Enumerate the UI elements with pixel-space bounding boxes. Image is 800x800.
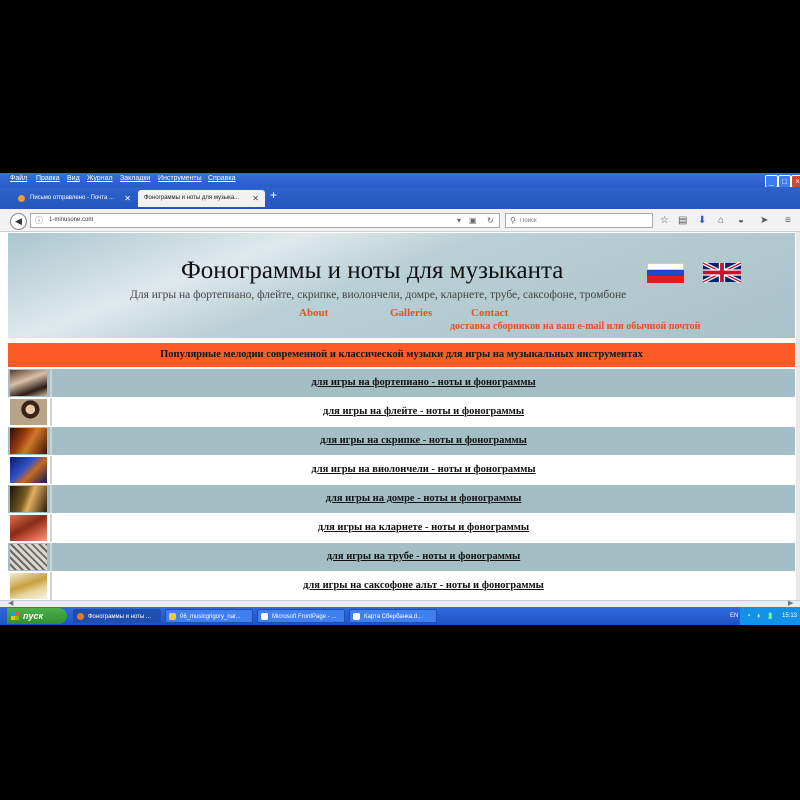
new-tab-icon[interactable]: + (270, 187, 277, 203)
back-button[interactable]: ◀ (10, 213, 27, 230)
page-subtitle: Для игры на фортепиано, флейте, скрипке,… (130, 289, 627, 301)
task-label: Фонограммы и ноты ... (88, 614, 151, 620)
flute-thumbnail[interactable] (10, 399, 47, 425)
windows-logo-icon (11, 612, 19, 620)
piano-link[interactable]: для игры на фортепиано - ноты и фонограм… (52, 369, 795, 397)
domra-thumbnail[interactable] (10, 486, 47, 512)
menu-hamburger-icon[interactable]: ≡ (785, 213, 791, 228)
bookmark-star-icon[interactable]: ☆ (660, 213, 669, 228)
start-button[interactable]: пуск (7, 608, 67, 624)
flute-link[interactable]: для игры на флейте - ноты и фонограммы (52, 398, 795, 426)
uk-flag-icon[interactable] (703, 262, 741, 283)
task-label: Microsoft FrontPage - ... (272, 614, 337, 620)
piano-thumbnail[interactable] (10, 370, 47, 396)
nav-bar: ◀ ⓘ ▾ ▣ ↻ ⚲ ☆ ▤ ⬇ ⌂ ◒ ➤ ≡ (0, 209, 800, 232)
nav-galleries-link[interactable]: Galleries (390, 307, 432, 319)
menu-bar: Файл Правка Вид Журнал Закладки Инструме… (0, 173, 800, 188)
close-tab-icon[interactable]: ✕ (124, 190, 131, 207)
reader-icon[interactable]: ▣ (469, 214, 477, 227)
clarinet-link[interactable]: для игры на кларнете - ноты и фонограммы (52, 514, 795, 542)
menu-view[interactable]: Вид (67, 175, 80, 182)
instrument-row-domra: для игры на домре - ноты и фонограммы (8, 485, 795, 514)
web-page: Фонограммы и ноты для музыканта Для игры… (0, 232, 796, 600)
instrument-row-cello: для игры на виолончели - ноты и фонограм… (8, 456, 795, 485)
screen: Файл Правка Вид Журнал Закладки Инструме… (0, 173, 800, 625)
site-header: Фонограммы и ноты для музыканта Для игры… (8, 233, 795, 338)
language-indicator[interactable]: EN (730, 607, 738, 625)
popular-banner: Популярные мелодии современной и классич… (8, 343, 795, 367)
tab-label: Письмо отправлено - Почта ... (30, 195, 114, 201)
task-label: Карта Сбербанка.d... (364, 614, 423, 620)
nav-contact-link[interactable]: Contact (471, 307, 508, 319)
signal-icon[interactable]: ▮ (768, 611, 772, 620)
word-icon (353, 613, 360, 620)
clarinet-thumbnail[interactable] (10, 515, 47, 541)
network-icon[interactable]: ◔ (746, 611, 751, 620)
violin-thumbnail[interactable] (10, 428, 47, 454)
task-frontpage[interactable]: Microsoft FrontPage - ... (257, 609, 345, 623)
clock: 15:13 (781, 613, 797, 619)
frontpage-icon (261, 613, 268, 620)
menu-help[interactable]: Справка (208, 175, 235, 182)
firefox-icon (77, 613, 84, 620)
tab-label: Фонограммы и ноты для музыка... (144, 195, 240, 201)
instrument-row-flute: для игры на флейте - ноты и фонограммы (8, 398, 795, 427)
send-icon[interactable]: ➤ (760, 213, 768, 228)
task-firefox[interactable]: Фонограммы и ноты ... (73, 609, 161, 623)
menu-history[interactable]: Журнал (87, 175, 113, 182)
vertical-scrollbar[interactable] (796, 232, 800, 600)
close-tab-icon[interactable]: ✕ (252, 190, 259, 207)
pocket-icon[interactable]: ◒ (738, 213, 744, 228)
saxophone-thumbnail[interactable] (10, 573, 47, 599)
home-icon[interactable]: ⌂ (718, 213, 724, 228)
scroll-right-icon[interactable]: ▶ (788, 599, 793, 607)
dropdown-icon[interactable]: ▾ (457, 214, 461, 227)
instrument-row-piano: для игры на фортепиано - ноты и фонограм… (8, 369, 795, 398)
instrument-row-violin: для игры на скрипке - ноты и фонограммы (8, 427, 795, 456)
instrument-row-saxophone: для игры на саксофоне альт - ноты и фоно… (8, 572, 795, 600)
trumpet-thumbnail[interactable] (10, 544, 47, 570)
menu-file[interactable]: Файл (10, 175, 27, 182)
url-bar[interactable]: ⓘ ▾ ▣ ↻ (30, 213, 500, 228)
volume-icon[interactable]: ◐ (757, 611, 762, 620)
mail-favicon-icon (18, 195, 25, 202)
start-label: пуск (23, 611, 44, 621)
task-label: 06_musicgrigory_nar... (180, 614, 241, 620)
page-title: Фонограммы и ноты для музыканта (181, 257, 564, 284)
nav-about-link[interactable]: About (299, 307, 328, 319)
info-icon[interactable]: ⓘ (35, 214, 43, 227)
url-input[interactable] (49, 214, 429, 227)
reading-list-icon[interactable]: ▤ (678, 213, 687, 228)
delivery-note: доставка сборников на ваш e-mail или обы… (450, 321, 701, 332)
tab-mail[interactable]: Письмо отправлено - Почта ... ✕ (10, 190, 137, 207)
menu-edit[interactable]: Правка (36, 175, 60, 182)
instrument-list: для игры на фортепиано - ноты и фонограм… (8, 369, 795, 600)
search-input[interactable] (520, 214, 640, 227)
task-word-doc[interactable]: Карта Сбербанка.d... (349, 609, 437, 623)
instrument-row-trumpet: для игры на трубе - ноты и фонограммы (8, 543, 795, 572)
search-icon: ⚲ (510, 216, 516, 225)
download-icon[interactable]: ⬇ (698, 213, 706, 228)
tab-active-page[interactable]: Фонограммы и ноты для музыка... ✕ (138, 190, 265, 207)
cello-thumbnail[interactable] (10, 457, 47, 483)
folder-icon (169, 613, 176, 620)
violin-link[interactable]: для игры на скрипке - ноты и фонограммы (52, 427, 795, 455)
menu-bookmarks[interactable]: Закладки (120, 175, 150, 182)
russian-flag-icon[interactable] (647, 263, 684, 283)
trumpet-link[interactable]: для игры на трубе - ноты и фонограммы (52, 543, 795, 571)
tab-bar: Письмо отправлено - Почта ... ✕ Фонограм… (0, 187, 800, 209)
search-bar[interactable]: ⚲ (505, 213, 653, 228)
saxophone-link[interactable]: для игры на саксофоне альт - ноты и фоно… (52, 572, 795, 600)
scroll-left-icon[interactable]: ◀ (8, 599, 13, 607)
system-tray: ◔ ◐ ▮ 15:13 (740, 607, 800, 625)
instrument-row-clarinet: для игры на кларнете - ноты и фонограммы (8, 514, 795, 543)
taskbar: пуск Фонограммы и ноты ... 06_musicgrigo… (0, 607, 800, 625)
cello-link[interactable]: для игры на виолончели - ноты и фонограм… (52, 456, 795, 484)
menu-tools[interactable]: Инструменты (158, 175, 202, 182)
domra-link[interactable]: для игры на домре - ноты и фонограммы (52, 485, 795, 513)
reload-icon[interactable]: ↻ (487, 214, 494, 227)
task-folder[interactable]: 06_musicgrigory_nar... (165, 609, 253, 623)
